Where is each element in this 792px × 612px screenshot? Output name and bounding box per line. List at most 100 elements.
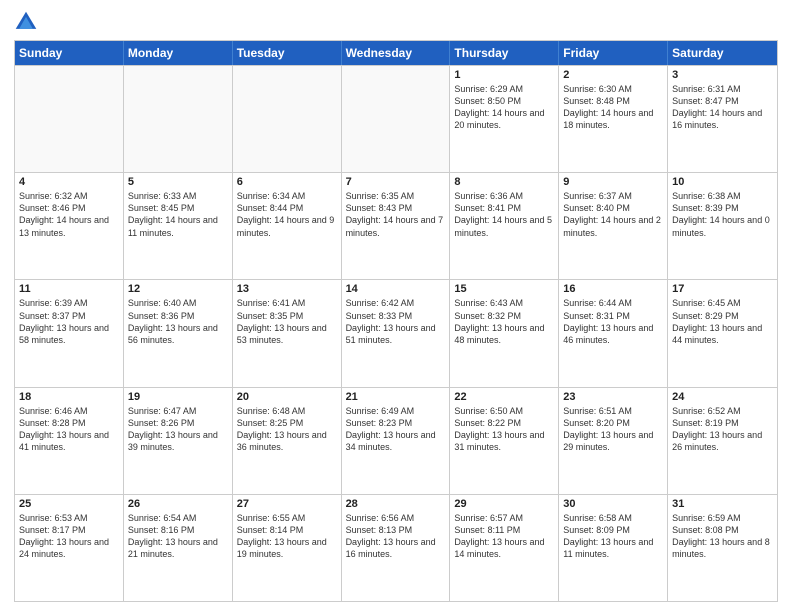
calendar-header: SundayMondayTuesdayWednesdayThursdayFrid… bbox=[15, 41, 777, 65]
cal-cell: 17 Sunrise: 6:45 AM Sunset: 8:29 PM Dayli… bbox=[668, 280, 777, 386]
cal-row-1: 4 Sunrise: 6:32 AM Sunset: 8:46 PM Daylig… bbox=[15, 172, 777, 279]
cal-cell: 6 Sunrise: 6:34 AM Sunset: 8:44 PM Daylig… bbox=[233, 173, 342, 279]
cal-cell bbox=[233, 66, 342, 172]
day-number: 3 bbox=[672, 69, 773, 81]
cal-cell: 1 Sunrise: 6:29 AM Sunset: 8:50 PM Daylig… bbox=[450, 66, 559, 172]
day-number: 28 bbox=[346, 498, 446, 510]
header-cell-monday: Monday bbox=[124, 41, 233, 65]
cal-cell: 10Sunrise: 6:38 AM Sunset: 8:39 PM Dayli… bbox=[668, 173, 777, 279]
day-number: 18 bbox=[19, 391, 119, 403]
page: SundayMondayTuesdayWednesdayThursdayFrid… bbox=[0, 0, 792, 612]
day-number: 30 bbox=[563, 498, 663, 510]
day-number: 22 bbox=[454, 391, 554, 403]
header-cell-friday: Friday bbox=[559, 41, 668, 65]
day-info: Sunrise: 6:55 AM Sunset: 8:14 PM Dayligh… bbox=[237, 512, 337, 561]
day-number: 13 bbox=[237, 283, 337, 295]
day-info: Sunrise: 6:58 AM Sunset: 8:09 PM Dayligh… bbox=[563, 512, 663, 561]
day-info: Sunrise: 6:45 AM Sunset: 8:29 PM Dayligh… bbox=[672, 297, 773, 346]
cal-cell: 21 Sunrise: 6:49 AM Sunset: 8:23 PM Dayli… bbox=[342, 388, 451, 494]
cal-cell: 4 Sunrise: 6:32 AM Sunset: 8:46 PM Daylig… bbox=[15, 173, 124, 279]
day-info: Sunrise: 6:46 AM Sunset: 8:28 PM Dayligh… bbox=[19, 405, 119, 454]
day-number: 31 bbox=[672, 498, 773, 510]
day-info: Sunrise: 6:33 AM Sunset: 8:45 PM Dayligh… bbox=[128, 190, 228, 239]
day-info: Sunrise: 6:39 AM Sunset: 8:37 PM Dayligh… bbox=[19, 297, 119, 346]
day-number: 9 bbox=[563, 176, 663, 188]
cal-cell bbox=[342, 66, 451, 172]
cal-cell: 9 Sunrise: 6:37 AM Sunset: 8:40 PM Daylig… bbox=[559, 173, 668, 279]
day-number: 25 bbox=[19, 498, 119, 510]
day-number: 24 bbox=[672, 391, 773, 403]
cal-cell bbox=[15, 66, 124, 172]
header-cell-wednesday: Wednesday bbox=[342, 41, 451, 65]
day-info: Sunrise: 6:43 AM Sunset: 8:32 PM Dayligh… bbox=[454, 297, 554, 346]
cal-cell: 18 Sunrise: 6:46 AM Sunset: 8:28 PM Dayli… bbox=[15, 388, 124, 494]
cal-cell: 12Sunrise: 6:40 AM Sunset: 8:36 PM Dayli… bbox=[124, 280, 233, 386]
cal-row-0: 1 Sunrise: 6:29 AM Sunset: 8:50 PM Daylig… bbox=[15, 65, 777, 172]
header bbox=[14, 10, 778, 34]
day-number: 6 bbox=[237, 176, 337, 188]
day-number: 14 bbox=[346, 283, 446, 295]
header-cell-sunday: Sunday bbox=[15, 41, 124, 65]
day-info: Sunrise: 6:42 AM Sunset: 8:33 PM Dayligh… bbox=[346, 297, 446, 346]
day-number: 29 bbox=[454, 498, 554, 510]
day-info: Sunrise: 6:59 AM Sunset: 8:08 PM Dayligh… bbox=[672, 512, 773, 561]
day-info: Sunrise: 6:47 AM Sunset: 8:26 PM Dayligh… bbox=[128, 405, 228, 454]
day-number: 16 bbox=[563, 283, 663, 295]
cal-cell: 11 Sunrise: 6:39 AM Sunset: 8:37 PM Dayli… bbox=[15, 280, 124, 386]
day-number: 17 bbox=[672, 283, 773, 295]
day-info: Sunrise: 6:35 AM Sunset: 8:43 PM Dayligh… bbox=[346, 190, 446, 239]
cal-cell: 13Sunrise: 6:41 AM Sunset: 8:35 PM Dayli… bbox=[233, 280, 342, 386]
calendar: SundayMondayTuesdayWednesdayThursdayFrid… bbox=[14, 40, 778, 602]
day-info: Sunrise: 6:52 AM Sunset: 8:19 PM Dayligh… bbox=[672, 405, 773, 454]
day-number: 21 bbox=[346, 391, 446, 403]
day-number: 7 bbox=[346, 176, 446, 188]
day-number: 1 bbox=[454, 69, 554, 81]
day-info: Sunrise: 6:32 AM Sunset: 8:46 PM Dayligh… bbox=[19, 190, 119, 239]
day-number: 5 bbox=[128, 176, 228, 188]
cal-cell: 28 Sunrise: 6:56 AM Sunset: 8:13 PM Dayli… bbox=[342, 495, 451, 601]
day-number: 19 bbox=[128, 391, 228, 403]
cal-cell: 30 Sunrise: 6:58 AM Sunset: 8:09 PM Dayli… bbox=[559, 495, 668, 601]
day-number: 15 bbox=[454, 283, 554, 295]
header-cell-tuesday: Tuesday bbox=[233, 41, 342, 65]
day-number: 23 bbox=[563, 391, 663, 403]
day-info: Sunrise: 6:34 AM Sunset: 8:44 PM Dayligh… bbox=[237, 190, 337, 239]
cal-row-3: 18 Sunrise: 6:46 AM Sunset: 8:28 PM Dayli… bbox=[15, 387, 777, 494]
day-number: 11 bbox=[19, 283, 119, 295]
cal-cell: 27 Sunrise: 6:55 AM Sunset: 8:14 PM Dayli… bbox=[233, 495, 342, 601]
day-number: 2 bbox=[563, 69, 663, 81]
day-number: 10 bbox=[672, 176, 773, 188]
day-number: 4 bbox=[19, 176, 119, 188]
cal-cell: 24 Sunrise: 6:52 AM Sunset: 8:19 PM Dayli… bbox=[668, 388, 777, 494]
day-info: Sunrise: 6:48 AM Sunset: 8:25 PM Dayligh… bbox=[237, 405, 337, 454]
header-cell-saturday: Saturday bbox=[668, 41, 777, 65]
day-number: 26 bbox=[128, 498, 228, 510]
cal-row-4: 25Sunrise: 6:53 AM Sunset: 8:17 PM Dayli… bbox=[15, 494, 777, 601]
day-info: Sunrise: 6:40 AM Sunset: 8:36 PM Dayligh… bbox=[128, 297, 228, 346]
cal-cell: 2 Sunrise: 6:30 AM Sunset: 8:48 PM Daylig… bbox=[559, 66, 668, 172]
cal-cell: 26Sunrise: 6:54 AM Sunset: 8:16 PM Dayli… bbox=[124, 495, 233, 601]
day-info: Sunrise: 6:37 AM Sunset: 8:40 PM Dayligh… bbox=[563, 190, 663, 239]
day-number: 27 bbox=[237, 498, 337, 510]
cal-cell: 7 Sunrise: 6:35 AM Sunset: 8:43 PM Daylig… bbox=[342, 173, 451, 279]
calendar-body: 1 Sunrise: 6:29 AM Sunset: 8:50 PM Daylig… bbox=[15, 65, 777, 601]
day-info: Sunrise: 6:44 AM Sunset: 8:31 PM Dayligh… bbox=[563, 297, 663, 346]
day-info: Sunrise: 6:56 AM Sunset: 8:13 PM Dayligh… bbox=[346, 512, 446, 561]
day-info: Sunrise: 6:30 AM Sunset: 8:48 PM Dayligh… bbox=[563, 83, 663, 132]
cal-cell: 3 Sunrise: 6:31 AM Sunset: 8:47 PM Daylig… bbox=[668, 66, 777, 172]
cal-cell: 19 Sunrise: 6:47 AM Sunset: 8:26 PM Dayli… bbox=[124, 388, 233, 494]
day-info: Sunrise: 6:36 AM Sunset: 8:41 PM Dayligh… bbox=[454, 190, 554, 239]
cal-cell: 5 Sunrise: 6:33 AM Sunset: 8:45 PM Daylig… bbox=[124, 173, 233, 279]
day-info: Sunrise: 6:31 AM Sunset: 8:47 PM Dayligh… bbox=[672, 83, 773, 132]
cal-cell: 16 Sunrise: 6:44 AM Sunset: 8:31 PM Dayli… bbox=[559, 280, 668, 386]
day-info: Sunrise: 6:50 AM Sunset: 8:22 PM Dayligh… bbox=[454, 405, 554, 454]
cal-cell: 15 Sunrise: 6:43 AM Sunset: 8:32 PM Dayli… bbox=[450, 280, 559, 386]
cal-cell: 25Sunrise: 6:53 AM Sunset: 8:17 PM Dayli… bbox=[15, 495, 124, 601]
cal-cell: 22 Sunrise: 6:50 AM Sunset: 8:22 PM Dayli… bbox=[450, 388, 559, 494]
logo-icon bbox=[14, 10, 38, 34]
cal-cell bbox=[124, 66, 233, 172]
day-info: Sunrise: 6:49 AM Sunset: 8:23 PM Dayligh… bbox=[346, 405, 446, 454]
day-info: Sunrise: 6:29 AM Sunset: 8:50 PM Dayligh… bbox=[454, 83, 554, 132]
cal-cell: 20Sunrise: 6:48 AM Sunset: 8:25 PM Dayli… bbox=[233, 388, 342, 494]
day-number: 8 bbox=[454, 176, 554, 188]
